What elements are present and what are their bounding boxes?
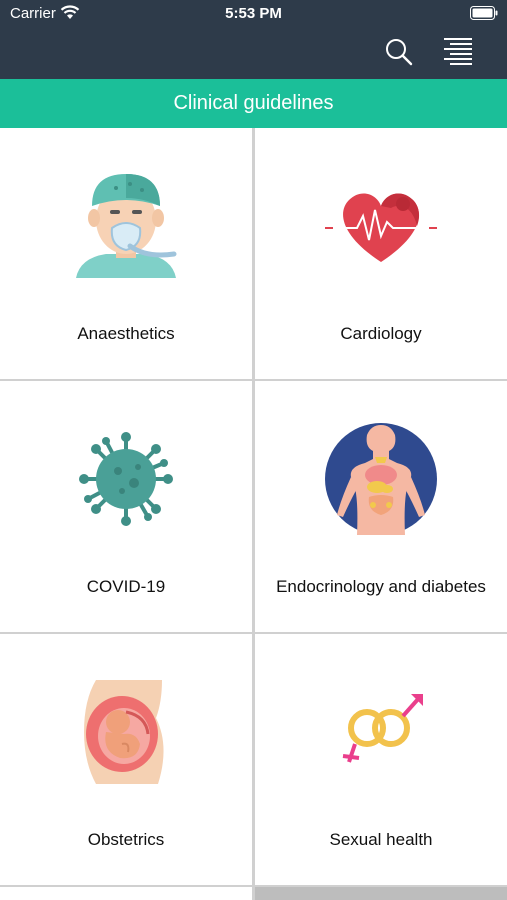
search-icon[interactable] <box>383 36 415 68</box>
top-bar: Carrier 5:53 PM <box>0 0 507 79</box>
menu-icon[interactable] <box>441 36 475 68</box>
category-tile-anaesthetics[interactable]: Anaesthetics <box>0 128 252 379</box>
category-label: COVID-19 <box>86 577 166 596</box>
heart-icon <box>325 193 437 262</box>
category-label: Sexual health <box>329 830 433 849</box>
gender-symbols-icon <box>342 694 423 763</box>
category-label: Endocrinology and diabetes <box>276 577 486 596</box>
category-label: Cardiology <box>340 324 422 343</box>
body-organs-icon <box>325 423 437 535</box>
category-tile-endocrinology[interactable]: Endocrinology and diabetes <box>255 381 507 632</box>
pregnancy-icon <box>84 680 164 784</box>
anaesthetist-icon <box>76 174 177 278</box>
clock: 5:53 PM <box>225 5 282 22</box>
category-tile-covid-19[interactable]: COVID-19 <box>0 381 252 632</box>
category-label: Obstetrics <box>87 830 165 849</box>
category-tile-sexual-health[interactable]: Sexual health <box>255 634 507 885</box>
category-tile-partial <box>255 887 507 900</box>
category-tile-obstetrics[interactable]: Obstetrics <box>0 634 252 885</box>
status-bar: Carrier 5:53 PM <box>0 0 507 28</box>
category-grid: Anaesthetics Cardiology COVID-19 Endocri… <box>0 128 507 900</box>
category-tile-partial <box>0 887 252 900</box>
virus-icon <box>79 432 173 526</box>
page-title: Clinical guidelines <box>0 79 507 128</box>
battery-icon <box>470 6 498 20</box>
category-tile-cardiology[interactable]: Cardiology <box>255 128 507 379</box>
category-label: Anaesthetics <box>77 324 175 343</box>
